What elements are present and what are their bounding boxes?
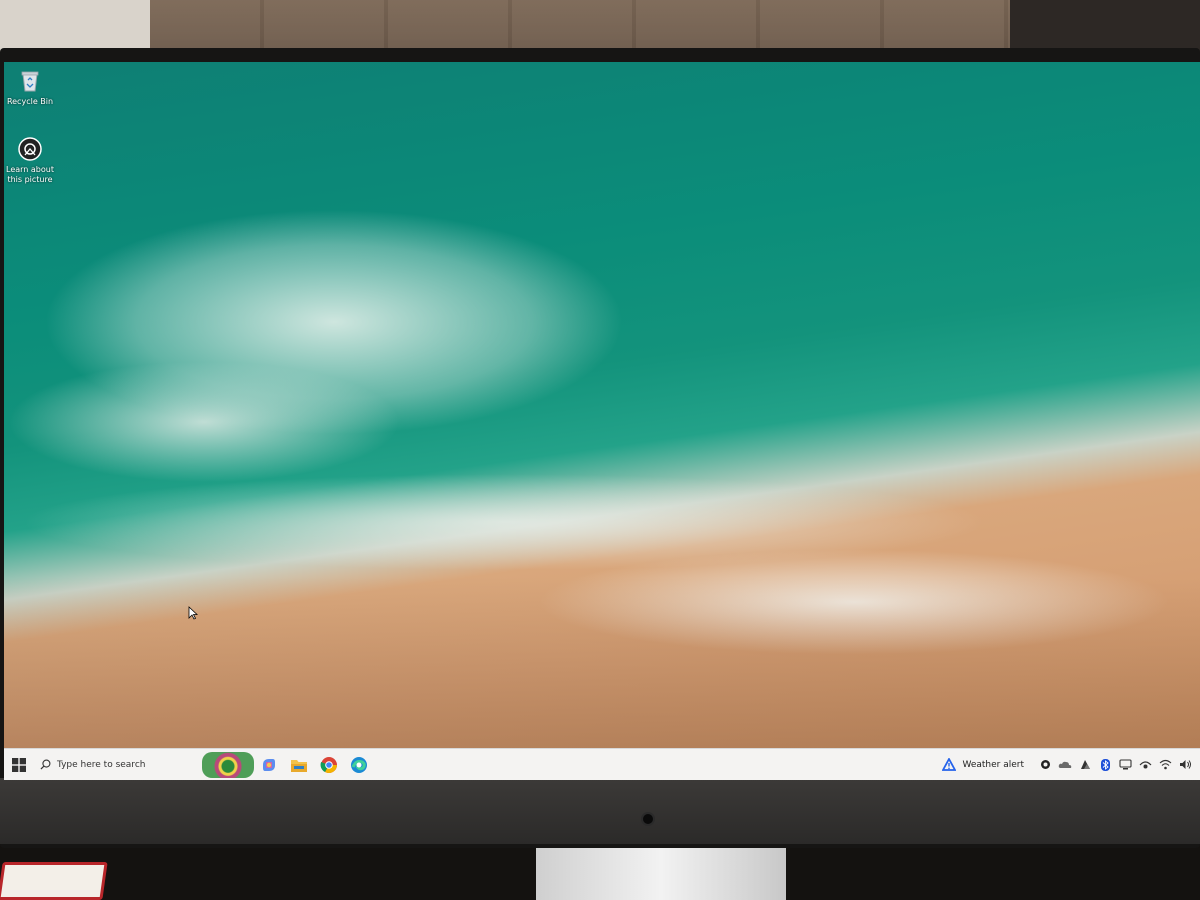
taskbar-app-edge[interactable]: [344, 749, 374, 781]
search-placeholder: Type here to search: [57, 759, 146, 770]
system-tray: [1038, 758, 1192, 772]
mouse-pointer-icon: [188, 606, 198, 620]
desktop-icon-label: Learn about this picture: [6, 165, 54, 184]
desktop-icon-recycle-bin[interactable]: Recycle Bin: [4, 68, 58, 107]
wifi-icon[interactable]: [1158, 758, 1172, 772]
wall-right: [1010, 0, 1200, 55]
start-button[interactable]: [4, 749, 34, 781]
recycle-bin-icon: [17, 68, 43, 94]
onedrive-icon[interactable]: [1058, 758, 1072, 772]
vpn-icon[interactable]: [1138, 758, 1152, 772]
weather-alert-icon: [942, 758, 957, 771]
search-icon: [40, 759, 51, 770]
copilot-tray-icon[interactable]: [1038, 758, 1052, 772]
chrome-icon: [320, 756, 337, 773]
taskbar: Type here to search Weather alert: [4, 748, 1200, 780]
windows-logo-icon: [12, 757, 26, 772]
taskbar-app-file-explorer[interactable]: [284, 749, 314, 781]
desk-sticker: [0, 862, 108, 900]
edge-icon: [351, 756, 367, 773]
wall-left: [0, 0, 150, 52]
weather-widget[interactable]: Weather alert: [942, 758, 1024, 771]
desktop-icon-label: Recycle Bin: [6, 97, 54, 106]
monitor-chin: [0, 778, 1200, 844]
taskbar-app-copilot[interactable]: [254, 749, 284, 781]
camera-info-icon: [17, 136, 43, 162]
copilot-icon: [263, 758, 275, 771]
desktop-screen[interactable]: Recycle Bin Learn about this picture Typ…: [4, 62, 1200, 780]
bluetooth-icon[interactable]: [1098, 758, 1112, 772]
taskbar-app-chrome[interactable]: [314, 749, 344, 781]
desktop-icon-learn-about-picture[interactable]: Learn about this picture: [4, 136, 58, 185]
desktop-wallpaper[interactable]: [4, 62, 1200, 748]
taskbar-search-box[interactable]: Type here to search: [34, 753, 174, 777]
file-explorer-icon: [291, 759, 307, 772]
search-highlight-icon[interactable]: [202, 751, 254, 778]
webcam-icon: [641, 812, 655, 826]
network-device-icon[interactable]: [1118, 758, 1132, 772]
app-tray-icon[interactable]: [1078, 758, 1092, 772]
weather-text: Weather alert: [962, 759, 1024, 770]
volume-icon[interactable]: [1178, 758, 1192, 772]
